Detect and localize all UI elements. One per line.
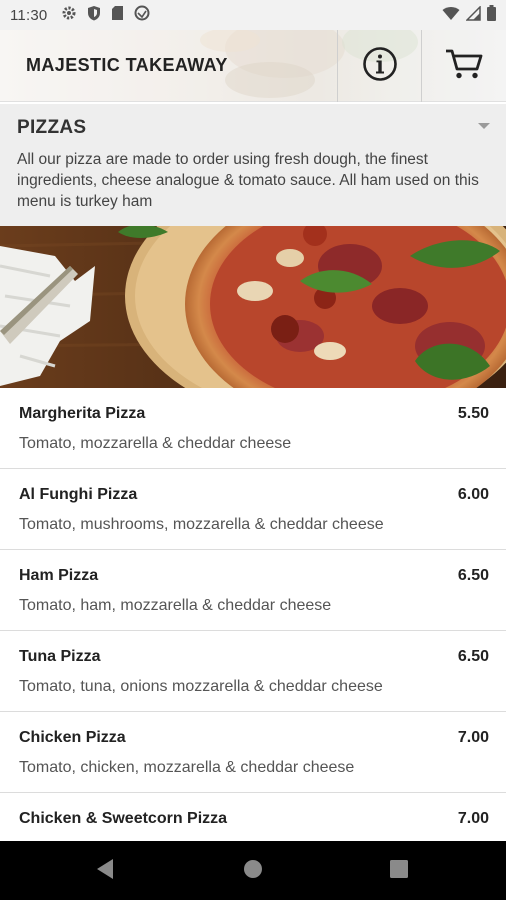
- item-price: 7.00: [457, 810, 489, 827]
- home-button[interactable]: [240, 858, 266, 884]
- category-banner-image: [0, 226, 506, 388]
- signal-icon: [465, 4, 481, 25]
- status-time: 11:30: [10, 6, 48, 24]
- item-name: Margherita Pizza: [19, 405, 146, 422]
- item-description: Tomato, mushrooms, mozzarella & cheddar …: [19, 516, 384, 533]
- info-icon: [362, 46, 398, 87]
- shield-icon: [87, 5, 101, 25]
- category-title: PIZZAS: [17, 117, 87, 138]
- recents-icon: [390, 859, 408, 883]
- item-price: 6.50: [457, 648, 489, 665]
- no-disturb-icon: [134, 5, 150, 25]
- status-bar: 11:30: [0, 0, 506, 30]
- wifi-icon: [442, 6, 460, 25]
- info-button[interactable]: [337, 30, 421, 102]
- menu-item[interactable]: Chicken & Sweetcorn Pizza 7.00: [0, 793, 506, 841]
- item-description: Tomato, mozzarella & cheddar cheese: [19, 435, 292, 452]
- item-name: Ham Pizza: [19, 567, 99, 584]
- back-button[interactable]: [92, 858, 118, 884]
- caret-down-icon: [478, 123, 490, 129]
- item-name: Tuna Pizza: [19, 648, 101, 665]
- menu-item[interactable]: Chicken Pizza 7.00 Tomato, chicken, mozz…: [0, 712, 506, 793]
- item-description: Tomato, chicken, mozzarella & cheddar ch…: [19, 759, 355, 776]
- cart-button[interactable]: [421, 30, 505, 102]
- cart-icon: [444, 47, 484, 86]
- menu-list: Margherita Pizza 5.50 Tomato, mozzarella…: [0, 388, 506, 841]
- app-title: MAJESTIC TAKEAWAY: [26, 55, 228, 75]
- item-price: 5.50: [457, 405, 489, 422]
- item-name: Chicken & Sweetcorn Pizza: [19, 810, 228, 827]
- app-header: MAJESTIC TAKEAWAY: [0, 30, 506, 102]
- item-price: 7.00: [457, 729, 489, 746]
- navigation-bar: [0, 841, 506, 900]
- category-header[interactable]: PIZZAS All our pizza are made to order u…: [0, 104, 506, 226]
- item-description: Tomato, ham, mozzarella & cheddar cheese: [19, 597, 332, 614]
- item-name: Chicken Pizza: [19, 729, 126, 746]
- category-description: All our pizza are made to order using fr…: [17, 151, 479, 210]
- item-name: Al Funghi Pizza: [19, 486, 138, 503]
- home-icon: [243, 859, 263, 884]
- menu-item[interactable]: Tuna Pizza 6.50 Tomato, tuna, onions moz…: [0, 631, 506, 712]
- sd-card-icon: [111, 5, 124, 25]
- recents-button[interactable]: [386, 858, 412, 884]
- menu-item[interactable]: Ham Pizza 6.50 Tomato, ham, mozzarella &…: [0, 550, 506, 631]
- menu-item[interactable]: Al Funghi Pizza 6.00 Tomato, mushrooms, …: [0, 469, 506, 550]
- item-description: Tomato, tuna, onions mozzarella & chedda…: [19, 678, 383, 695]
- item-price: 6.00: [457, 486, 489, 503]
- item-price: 6.50: [457, 567, 489, 584]
- gear-icon: [61, 5, 77, 25]
- back-icon: [95, 858, 115, 885]
- menu-item[interactable]: Margherita Pizza 5.50 Tomato, mozzarella…: [0, 388, 506, 469]
- battery-icon: [487, 5, 496, 25]
